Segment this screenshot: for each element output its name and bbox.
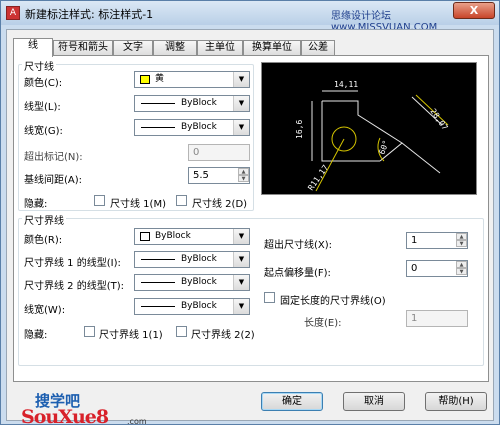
ext-color-value: ByBlock [155, 231, 191, 241]
spin-up-icon[interactable]: ▲ [456, 261, 467, 268]
extend-ticks-input[interactable]: 0 [188, 144, 250, 161]
extend-beyond-value: 1 [411, 235, 418, 246]
dimension-preview: 14,11 16,6 28,07 60° R11,17 [261, 62, 477, 195]
group-title-extension-lines: 尺寸界线 [22, 212, 66, 227]
ext-linetype2-dropdown[interactable]: ByBlock ▼ [134, 274, 250, 291]
line-sample [141, 306, 175, 307]
length-label: 长度(E): [304, 318, 342, 329]
chevron-down-icon[interactable]: ▼ [233, 299, 249, 314]
line-sample [141, 103, 175, 104]
ext-color-label: 颜色(R): [24, 235, 63, 246]
length-input[interactable]: 1 [406, 310, 468, 327]
extend-beyond-input[interactable]: 1 ▲ ▼ [406, 232, 468, 249]
suppress-extline-2-label: 尺寸界线 2(2) [191, 330, 255, 341]
dialog-window: A 新建标注样式: 标注样式-1 思缘设计论坛 www.MISSVUAN.COM… [0, 0, 500, 428]
chevron-down-icon[interactable]: ▼ [233, 96, 249, 111]
color-dropdown[interactable]: 黄 ▼ [134, 71, 250, 88]
chevron-down-icon[interactable]: ▼ [233, 120, 249, 135]
linetype-label: 线型(L): [24, 102, 61, 113]
offset-label: 起点偏移量(F): [264, 268, 331, 279]
ext-linetype1-label: 尺寸界线 1 的线型(I): [24, 258, 121, 269]
suppress-extline-2-checkbox[interactable] [176, 326, 187, 337]
suppress-dimline-1-checkbox[interactable] [94, 195, 105, 206]
offset-input[interactable]: 0 ▲ ▼ [406, 260, 468, 277]
ext-lineweight-dropdown[interactable]: ByBlock ▼ [134, 298, 250, 315]
chevron-down-icon[interactable]: ▼ [233, 229, 249, 244]
baseline-spacing-input[interactable]: 5.5 ▲ ▼ [188, 167, 250, 184]
ext-color-dropdown[interactable]: ByBlock ▼ [134, 228, 250, 245]
color-swatch [140, 232, 150, 241]
spin-up-icon[interactable]: ▲ [238, 168, 249, 175]
linetype-dropdown[interactable]: ByBlock ▼ [134, 95, 250, 112]
chevron-down-icon[interactable]: ▼ [233, 275, 249, 290]
tab-lines[interactable]: 线 [13, 38, 53, 57]
color-value: 黄 [155, 74, 165, 84]
ext-suppress-label: 隐藏: [24, 330, 48, 341]
lineweight-label: 线宽(G): [24, 126, 63, 137]
line-sample [141, 282, 175, 283]
suppress-extline-1-label: 尺寸界线 1(1) [99, 330, 163, 341]
preview-radius: R11,17 [306, 163, 330, 192]
color-label: 颜色(C): [24, 78, 63, 89]
chevron-down-icon[interactable]: ▼ [233, 252, 249, 267]
spin-up-icon[interactable]: ▲ [456, 233, 467, 240]
extend-beyond-label: 超出尺寸线(X): [264, 240, 333, 251]
ext-linetype2-value: ByBlock [181, 277, 217, 287]
baseline-spacing-value: 5.5 [193, 170, 209, 181]
suppress-extline-1-checkbox[interactable] [84, 326, 95, 337]
ext-lineweight-label: 线宽(W): [24, 305, 66, 316]
close-button[interactable]: X [453, 2, 495, 19]
preview-dim-2: 16,6 [295, 120, 304, 139]
help-button[interactable]: 帮助(H) [425, 392, 487, 411]
tab-panel-lines: 尺寸线 颜色(C): 黄 ▼ 线型(L): ByBlock ▼ 线宽(G): B… [13, 55, 489, 382]
lineweight-dropdown[interactable]: ByBlock ▼ [134, 119, 250, 136]
preview-dim-1: 14,11 [334, 80, 358, 89]
line-sample [141, 127, 175, 128]
baseline-spacing-label: 基线间距(A): [24, 175, 83, 186]
fixed-length-checkbox[interactable] [264, 292, 275, 303]
preview-dim-3: 28,07 [428, 107, 449, 132]
tab-tolerances[interactable]: 公差 [301, 40, 335, 56]
dialog-body: 线 符号和箭头 文字 调整 主单位 换算单位 公差 尺寸线 颜色(C): 黄 ▼… [6, 29, 494, 428]
tab-text[interactable]: 文字 [113, 40, 153, 56]
tab-alternate-units[interactable]: 换算单位 [243, 40, 301, 56]
extend-ticks-label: 超出标记(N): [24, 152, 83, 163]
title-bar: A 新建标注样式: 标注样式-1 思缘设计论坛 www.MISSVUAN.COM… [1, 1, 499, 33]
cancel-button[interactable]: 取消 [343, 392, 405, 411]
preview-drawing: 14,11 16,6 28,07 60° R11,17 [295, 80, 450, 192]
ext-linetype2-label: 尺寸界线 2 的线型(T): [24, 281, 124, 292]
line-sample [141, 259, 175, 260]
spin-down-icon[interactable]: ▼ [238, 175, 249, 182]
preview-shape-outline [321, 101, 380, 162]
linetype-value: ByBlock [181, 98, 217, 108]
tab-fit[interactable]: 调整 [153, 40, 197, 56]
souxue8-logo: 搜学吧 SouXue8 .com [21, 392, 161, 432]
tab-symbols-arrows[interactable]: 符号和箭头 [53, 40, 113, 56]
suppress-dimline-2-label: 尺寸线 2(D) [192, 199, 248, 210]
ext-linetype1-dropdown[interactable]: ByBlock ▼ [134, 251, 250, 268]
group-title-dimension-lines: 尺寸线 [22, 58, 56, 73]
chevron-down-icon[interactable]: ▼ [233, 72, 249, 87]
ext-linetype1-value: ByBlock [181, 254, 217, 264]
suppress-dimline-1-label: 尺寸线 1(M) [110, 199, 166, 210]
autocad-app-icon: A [6, 6, 20, 20]
suppress-dimline-2-checkbox[interactable] [176, 195, 187, 206]
lineweight-value: ByBlock [181, 122, 217, 132]
ok-button[interactable]: 确定 [261, 392, 323, 411]
window-title: 新建标注样式: 标注样式-1 [25, 8, 154, 21]
suppress-label: 隐藏: [24, 199, 48, 210]
spin-down-icon[interactable]: ▼ [456, 240, 467, 247]
color-swatch [140, 75, 150, 84]
tab-primary-units[interactable]: 主单位 [197, 40, 243, 56]
ext-lineweight-value: ByBlock [181, 301, 217, 311]
spin-down-icon[interactable]: ▼ [456, 268, 467, 275]
offset-value: 0 [411, 263, 418, 274]
fixed-length-label: 固定长度的尺寸界线(O) [280, 296, 386, 307]
